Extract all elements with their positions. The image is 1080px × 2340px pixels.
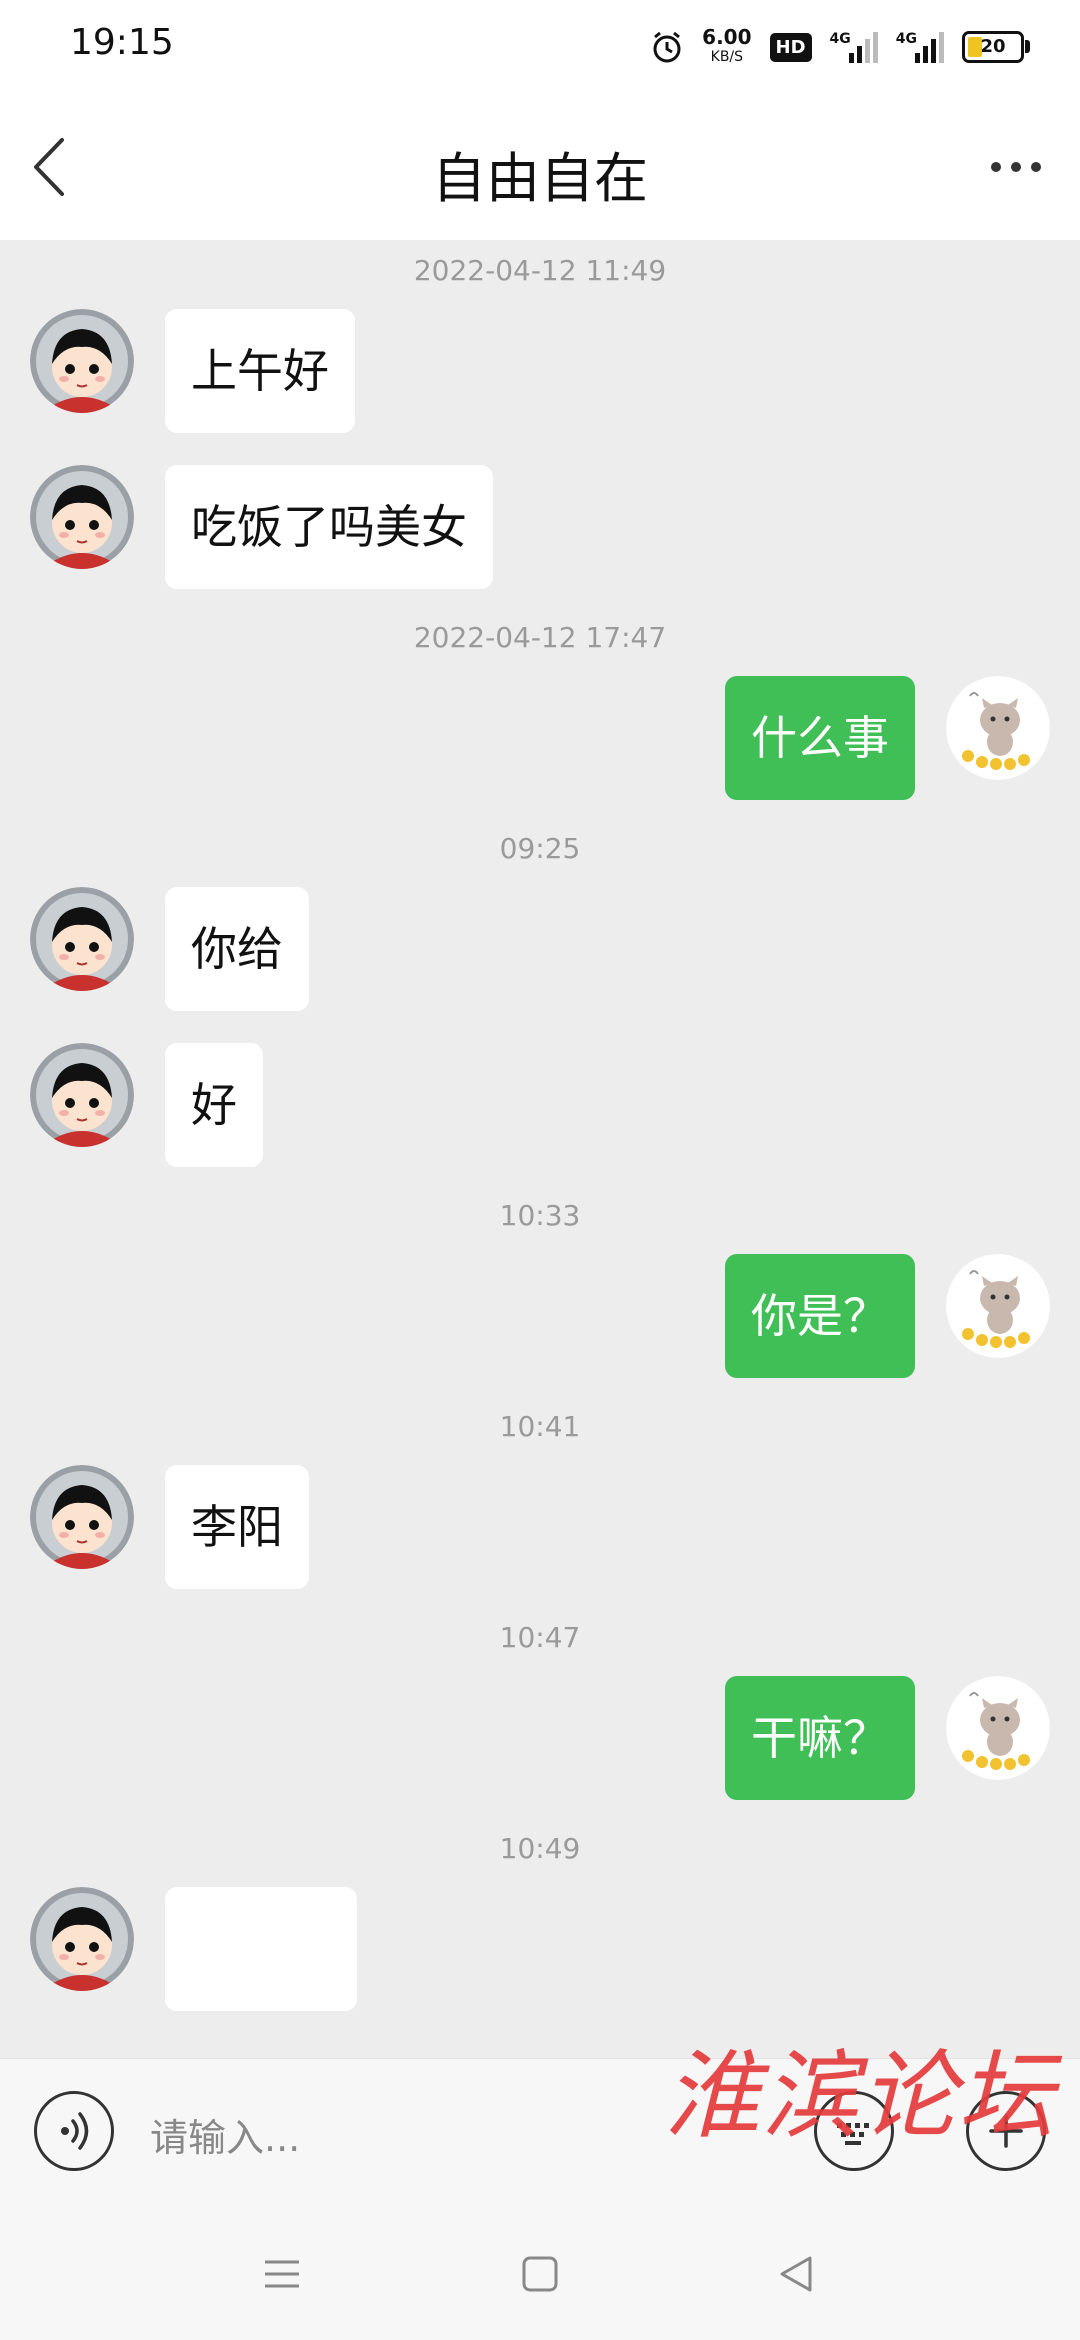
menu-nav-icon[interactable] <box>262 2254 302 2294</box>
home-nav-icon[interactable] <box>520 2254 560 2294</box>
contact-avatar[interactable] <box>30 887 134 991</box>
message-timestamp: 10:41 <box>499 1410 581 1443</box>
message-bubble[interactable]: 你是？ <box>725 1254 915 1378</box>
alarm-icon <box>653 31 681 63</box>
voice-button[interactable] <box>34 2091 114 2171</box>
status-icons: 6.00 KB/S HD 4G 4G 20 <box>650 22 1030 72</box>
message-timestamp: 10:49 <box>499 1832 581 1865</box>
contact-avatar[interactable] <box>30 1465 134 1569</box>
network-speed-unit: KB/S <box>710 49 744 65</box>
message-bubble[interactable]: 吃饭了吗美女 <box>165 465 493 589</box>
message-input[interactable]: 请输入... <box>150 2107 300 2162</box>
network-speed: 6.00 KB/S <box>702 27 751 67</box>
my-avatar[interactable] <box>946 676 1050 780</box>
contact-avatar[interactable] <box>30 309 134 413</box>
message-timestamp: 10:33 <box>499 1199 581 1232</box>
message-timestamp: 10:47 <box>499 1621 581 1654</box>
watermark: 淮滨论坛 <box>664 2040 1056 2152</box>
message-bubble[interactable]: 上午好 <box>165 309 355 433</box>
chat-header: 自由自在 <box>0 96 1080 240</box>
message-bubble[interactable]: 你给 <box>165 887 309 1011</box>
battery-level: 20 <box>980 36 1006 57</box>
more-button[interactable] <box>976 132 1056 202</box>
network-speed-value: 6.00 <box>702 25 752 49</box>
signal-2: 4G <box>896 31 944 63</box>
hd-badge: HD <box>769 32 812 62</box>
message-timestamp: 2022-04-12 11:49 <box>413 254 667 287</box>
message-timestamp: 2022-04-12 17:47 <box>413 621 667 654</box>
signal-bars-2-icon <box>915 31 944 63</box>
status-time: 19:15 <box>70 22 174 63</box>
signal-bars-1-icon <box>848 31 878 63</box>
contact-avatar[interactable] <box>30 1887 134 1991</box>
contact-avatar[interactable] <box>30 465 134 569</box>
my-avatar[interactable] <box>946 1254 1050 1358</box>
back-nav-icon[interactable] <box>776 2254 816 2294</box>
chat-title: 自由自在 <box>432 147 648 210</box>
message-bubble[interactable]: 好 <box>165 1043 263 1167</box>
message-bubble[interactable]: 干嘛？ <box>725 1676 915 1800</box>
message-bubble[interactable]: 什么事 <box>725 676 915 800</box>
my-avatar[interactable] <box>946 1676 1050 1780</box>
message-list[interactable]: 2022-04-12 11:49 上午好吃饭了吗美女 2022-04-12 17:4… <box>0 240 1080 2058</box>
message-timestamp: 09:25 <box>499 832 581 865</box>
status-bar: 19:15 6.00 KB/S HD 4G 4G 20 <box>0 0 1080 96</box>
network-type-2: 4G <box>895 31 917 47</box>
voice-icon <box>61 2112 89 2150</box>
message-bubble[interactable]: 李阳 <box>165 1465 309 1589</box>
battery-icon: 20 <box>962 31 1030 63</box>
network-type-1: 4G <box>829 31 851 47</box>
more-dots-icon <box>991 162 1001 172</box>
signal-1: 4G <box>830 31 878 63</box>
contact-avatar[interactable] <box>30 1043 134 1147</box>
system-nav-bar <box>0 2208 1080 2340</box>
message-bubble[interactable] <box>165 1887 357 2011</box>
